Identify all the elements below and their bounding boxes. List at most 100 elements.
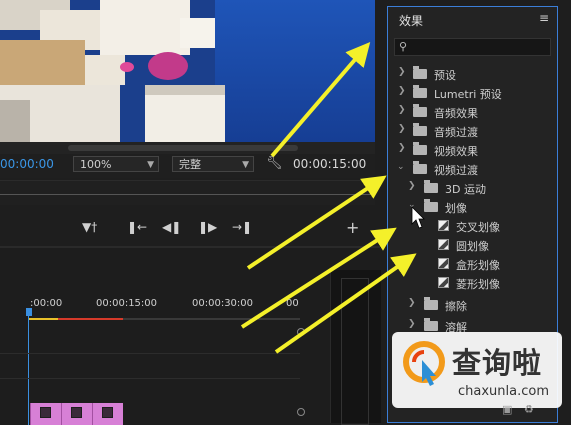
- tree-item-label: 视频效果: [434, 145, 478, 158]
- go-to-in-icon[interactable]: ❚←: [127, 220, 147, 234]
- panel-title[interactable]: 效果: [399, 12, 423, 29]
- folder-icon: [424, 318, 438, 331]
- add-marker-icon[interactable]: ▼†: [82, 220, 97, 234]
- folder-icon: [424, 180, 438, 193]
- trash-icon[interactable]: ♻: [524, 403, 534, 416]
- tree-item-audio-transitions[interactable]: ❯ 音频过渡: [388, 122, 557, 141]
- tree-item-iris[interactable]: ⌄ 划像: [388, 198, 557, 217]
- video-clip[interactable]: [61, 403, 92, 425]
- tree-item-3d-motion[interactable]: ❯ 3D 运动: [388, 179, 557, 198]
- chevron-down-icon[interactable]: ⌄: [397, 162, 405, 172]
- tree-item-label: 菱形划像: [456, 278, 500, 291]
- quality-dropdown[interactable]: 完整 ▼: [172, 156, 254, 172]
- fx-badge-icon: [40, 407, 51, 418]
- chevron-right-icon[interactable]: ❯: [398, 105, 406, 115]
- transition-icon: [438, 258, 449, 269]
- preset-folder-icon: [413, 66, 427, 79]
- tree-item-label: 音频效果: [434, 107, 478, 120]
- tree-item-audio-effects[interactable]: ❯ 音频效果: [388, 103, 557, 122]
- add-button-icon[interactable]: +: [346, 218, 359, 237]
- playhead[interactable]: [28, 310, 29, 425]
- monitor-ruler[interactable]: [0, 180, 375, 205]
- chevron-right-icon[interactable]: ❯: [408, 298, 416, 308]
- folder-icon: [424, 199, 438, 212]
- watermark-logo: 查询啦 chaxunla.com: [392, 332, 562, 408]
- ruler-label: 00:00:15:00: [96, 298, 158, 309]
- video-clip[interactable]: [92, 403, 123, 425]
- watermark-brand: 查询啦: [452, 346, 543, 380]
- ruler-label: 00: [286, 298, 299, 309]
- duration-timecode: 00:00:15:00: [293, 157, 367, 171]
- tree-item-label: 视频过渡: [434, 164, 478, 177]
- tree-item-wipe[interactable]: ❯ 擦除: [388, 296, 557, 315]
- timeline-ruler[interactable]: [28, 314, 300, 320]
- tree-item-lumetri-presets[interactable]: ❯ Lumetri 预设: [388, 84, 557, 103]
- step-back-icon[interactable]: ◀❚: [162, 220, 181, 234]
- fx-badge-icon: [102, 407, 113, 418]
- transition-icon: [438, 220, 449, 231]
- tree-item-iris-round[interactable]: 圆划像: [388, 236, 557, 255]
- zoom-value: 100%: [80, 158, 112, 171]
- chevron-right-icon[interactable]: ❯: [408, 319, 416, 329]
- watermark-domain: chaxunla.com: [458, 384, 549, 399]
- tree-item-iris-diamond[interactable]: 菱形划像: [388, 274, 557, 293]
- timeline-panel: :00:00 00:00:15:00 00:00:30:00 00: [0, 246, 380, 425]
- chevron-down-icon: ▼: [242, 160, 249, 170]
- folder-icon: [413, 161, 427, 174]
- fx-badge-icon: [71, 407, 82, 418]
- chevron-right-icon[interactable]: ❯: [398, 143, 406, 153]
- monitor-controls: 00:00:00 100% ▼ 完整 ▼ 🔧︎ 00:00:15:00: [0, 154, 375, 178]
- folder-icon: [413, 142, 427, 155]
- search-icon: ⚲: [399, 40, 408, 53]
- program-monitor-preview: [0, 0, 375, 142]
- tree-item-label: 音频过渡: [434, 126, 478, 139]
- ruler-label: :00:00: [30, 298, 63, 309]
- chevron-right-icon[interactable]: ❯: [408, 181, 416, 191]
- search-input[interactable]: ⚲: [394, 38, 551, 56]
- tree-item-label: Lumetri 预设: [434, 88, 502, 101]
- monitor-scrollbar[interactable]: [0, 142, 375, 154]
- tree-item-label: 3D 运动: [445, 183, 486, 196]
- audio-meter: [330, 270, 381, 425]
- tree-item-label: 盒形划像: [456, 259, 500, 272]
- quality-value: 完整: [179, 158, 201, 171]
- transport-controls: ▼† ❚← ◀❚ ❚▶ →❚ +: [0, 208, 375, 246]
- video-clip[interactable]: [30, 403, 61, 425]
- preset-folder-icon: [413, 85, 427, 98]
- tree-item-presets[interactable]: ❯ 预设: [388, 65, 557, 84]
- track-divider: [0, 353, 300, 354]
- tree-item-label: 划像: [445, 202, 467, 215]
- ruler-label: 00:00:30:00: [192, 298, 254, 309]
- tree-item-label: 交叉划像: [456, 221, 500, 234]
- chevron-right-icon[interactable]: ❯: [398, 86, 406, 96]
- new-bin-icon[interactable]: ▣: [502, 403, 512, 416]
- magnifier-logo-icon: [403, 341, 445, 386]
- tree-item-label: 预设: [434, 69, 456, 82]
- hamburger-icon[interactable]: ≡: [539, 11, 549, 25]
- chevron-down-icon[interactable]: ⌄: [408, 200, 416, 210]
- effects-panel-footer: ▣ ♻: [488, 403, 548, 417]
- tree-item-video-transitions[interactable]: ⌄ 视频过渡: [388, 160, 557, 179]
- folder-icon: [413, 104, 427, 117]
- current-timecode[interactable]: 00:00:00: [0, 157, 54, 171]
- chevron-right-icon[interactable]: ❯: [398, 124, 406, 134]
- timeline-vertical-scrollbar[interactable]: [296, 328, 306, 423]
- chevron-down-icon: ▼: [147, 160, 154, 170]
- tree-item-video-effects[interactable]: ❯ 视频效果: [388, 141, 557, 160]
- go-to-out-icon[interactable]: →❚: [232, 220, 252, 234]
- zoom-dropdown[interactable]: 100% ▼: [73, 156, 159, 172]
- wrench-icon[interactable]: 🔧︎: [266, 156, 283, 171]
- transition-icon: [438, 239, 449, 250]
- tree-item-label: 圆划像: [456, 240, 489, 253]
- effects-panel-header: 效果 ≡: [388, 7, 557, 33]
- folder-icon: [413, 123, 427, 136]
- transition-icon: [438, 277, 449, 288]
- step-forward-icon[interactable]: ❚▶: [198, 220, 217, 234]
- folder-icon: [424, 297, 438, 310]
- chevron-right-icon[interactable]: ❯: [398, 67, 406, 77]
- tree-item-label: 擦除: [445, 300, 467, 313]
- track-divider: [0, 378, 300, 379]
- tree-item-iris-box[interactable]: 盒形划像: [388, 255, 557, 274]
- playhead-handle[interactable]: [26, 308, 32, 316]
- tree-item-iris-cross[interactable]: 交叉划像: [388, 217, 557, 236]
